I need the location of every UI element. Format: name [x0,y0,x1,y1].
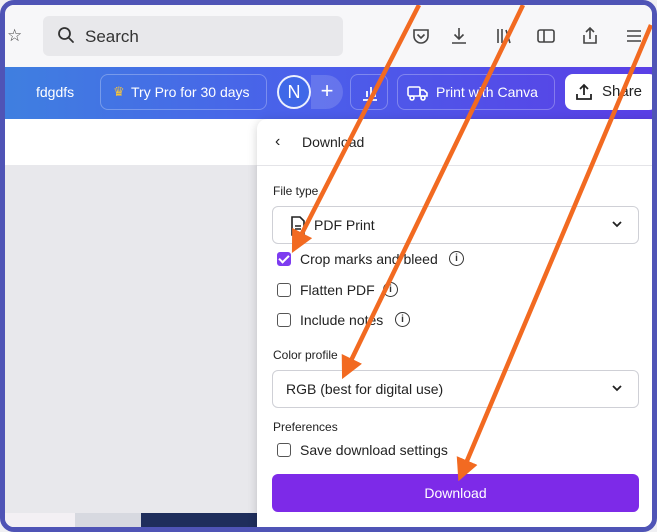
thumbnail-1[interactable] [5,513,75,527]
chevron-down-icon [610,217,624,234]
panel-title: Download [302,134,365,150]
crop-marks-label: Crop marks and bleed [300,251,438,267]
thumbnail-2[interactable] [75,513,141,527]
try-pro-button[interactable]: ♛ Try Pro for 30 days [100,74,267,110]
info-icon[interactable]: i [383,282,398,297]
panel-header: ‹ Download [257,119,652,166]
preferences-label: Preferences [273,420,338,434]
flatten-pdf-checkbox[interactable] [277,283,291,297]
share-icon[interactable] [579,25,601,47]
page-thumbnails[interactable] [5,513,265,527]
download-icon[interactable] [448,25,470,47]
window-frame: ☆ Search fdgdfs ♛ Try Pro for 30 days N … [0,0,657,532]
file-type-select[interactable]: PDF Print [272,206,639,244]
color-profile-select[interactable]: RGB (best for digital use) [272,370,639,408]
avatar[interactable]: N [277,75,311,109]
save-settings-label: Save download settings [300,442,448,458]
library-icon[interactable] [493,25,515,47]
include-notes-checkbox[interactable] [277,313,291,327]
url-bar[interactable]: Search [43,16,343,56]
color-profile-label: Color profile [273,348,338,362]
info-icon[interactable]: i [449,251,464,266]
file-type-value: PDF Print [314,217,375,233]
search-icon [58,27,74,43]
share-button[interactable]: Share [565,74,652,110]
crop-marks-checkbox[interactable] [277,252,291,266]
add-collaborator-button[interactable]: + [311,75,343,109]
color-profile-value: RGB (best for digital use) [286,381,444,397]
chevron-down-icon [610,381,624,398]
try-pro-label: Try Pro for 30 days [131,84,250,100]
file-type-label: File type [273,184,319,198]
url-search-placeholder: Search [85,27,139,46]
include-notes-label: Include notes [300,312,384,328]
pocket-icon[interactable] [410,25,432,47]
editor-header: fdgdfs ♛ Try Pro for 30 days N + Print w… [5,67,652,119]
share-label: Share [602,83,643,100]
info-icon[interactable]: i [395,312,410,327]
save-settings-checkbox[interactable] [277,443,291,457]
thumbnail-3[interactable] [141,513,265,527]
file-document-icon [291,216,305,236]
crown-icon: ♛ [113,84,125,99]
menu-icon[interactable] [623,25,645,47]
reader-view-icon[interactable] [535,25,557,47]
flatten-pdf-label: Flatten PDF [300,282,375,298]
bookmark-star-icon[interactable]: ☆ [7,27,25,45]
print-with-canva-button[interactable]: Print with Canva [397,74,555,110]
browser-toolbar: ☆ Search [5,5,652,68]
upload-icon [576,83,592,100]
truck-icon [407,86,428,101]
bar-chart-icon [363,87,377,101]
document-name[interactable]: fdgdfs [36,84,74,100]
download-button[interactable]: Download [272,474,639,512]
secondary-panel-button[interactable] [272,527,639,532]
chevron-left-icon[interactable]: ‹ [275,133,280,151]
insights-button[interactable] [350,74,388,110]
print-with-canva-label: Print with Canva [436,84,538,100]
download-panel: ‹ Download File type PDF Print Crop mark… [257,119,652,532]
